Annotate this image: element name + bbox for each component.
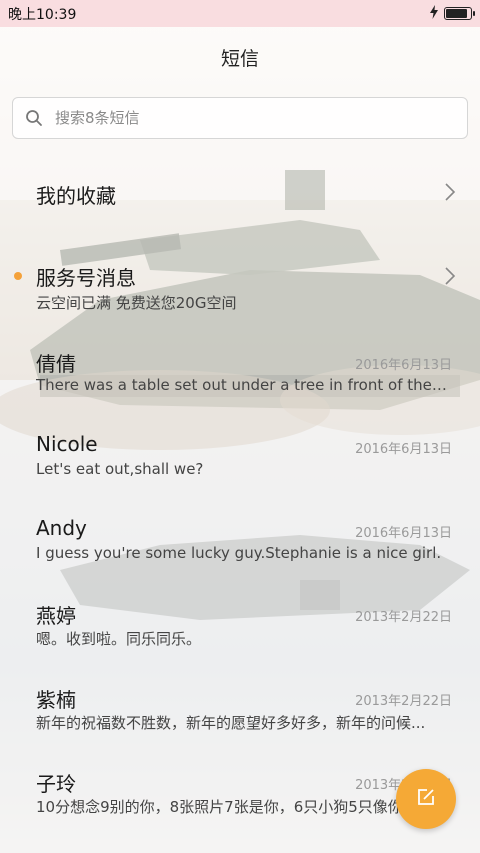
thread-name: 燕婷: [36, 604, 76, 628]
chevron-right-icon: [444, 182, 456, 202]
compose-icon: [416, 787, 436, 811]
conversation-list: 我的收藏 服务号消息 云空间已满 免费送您20G空间 倩倩 2016年6月13日…: [0, 150, 480, 822]
thread-name: 我的收藏: [36, 184, 116, 208]
thread-name: 倩倩: [36, 352, 76, 376]
thread-name: 子玲: [36, 772, 76, 796]
thread-preview: 云空间已满 免费送您20G空间: [36, 294, 237, 312]
thread-name: Nicole: [36, 432, 98, 456]
search-input[interactable]: [53, 108, 437, 128]
thread-date: 2016年6月13日: [355, 358, 452, 373]
thread-preview: 新年的祝福数不胜数，新年的愿望好多好多，新年的问候...: [36, 714, 426, 732]
battery-level: [446, 9, 467, 18]
search-icon: [25, 109, 43, 127]
thread-date: 2013年2月22日: [355, 610, 452, 625]
charging-icon: [430, 4, 438, 23]
unread-dot: [14, 272, 22, 280]
app-header: 短信: [0, 27, 480, 87]
list-item[interactable]: 倩倩 2016年6月13日 There was a table set out …: [0, 318, 480, 402]
thread-name: 紫楠: [36, 688, 76, 712]
list-item-favorites[interactable]: 我的收藏: [0, 150, 480, 234]
list-item[interactable]: Nicole 2016年6月13日 Let's eat out,shall we…: [0, 402, 480, 486]
list-item[interactable]: 紫楠 2013年2月22日 新年的祝福数不胜数，新年的愿望好多好多，新年的问候.…: [0, 654, 480, 738]
search-bar[interactable]: [12, 97, 468, 139]
status-bar: 晚上10:39: [0, 0, 480, 27]
thread-preview: 嗯。收到啦。同乐同乐。: [36, 630, 202, 648]
thread-date: 2016年6月13日: [355, 526, 452, 541]
battery-icon: [444, 7, 475, 20]
list-item[interactable]: 燕婷 2013年2月22日 嗯。收到啦。同乐同乐。: [0, 570, 480, 654]
list-item[interactable]: Andy 2016年6月13日 I guess you're some luck…: [0, 486, 480, 570]
page-title: 短信: [220, 47, 259, 70]
list-item-service-messages[interactable]: 服务号消息 云空间已满 免费送您20G空间: [0, 234, 480, 318]
status-time: 晚上10:39: [8, 6, 77, 23]
thread-preview: I guess you're some lucky guy.Stephanie …: [36, 544, 442, 562]
thread-name: Andy: [36, 516, 87, 540]
thread-date: 2013年2月22日: [355, 694, 452, 709]
thread-preview: Let's eat out,shall we?: [36, 460, 204, 478]
thread-name: 服务号消息: [36, 266, 136, 290]
thread-date: 2016年6月13日: [355, 442, 452, 457]
chevron-right-icon: [444, 266, 456, 286]
compose-button[interactable]: [396, 769, 456, 829]
thread-preview: There was a table set out under a tree i…: [36, 376, 450, 394]
thread-preview: 10分想念9别的你，8张照片7张是你，6只小狗5只像你: [36, 798, 403, 816]
